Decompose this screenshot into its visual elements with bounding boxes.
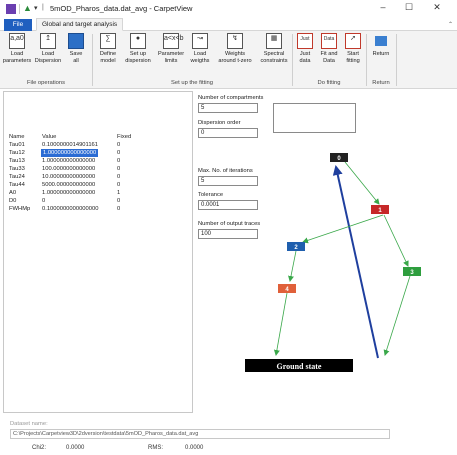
transition-2-4 [288, 250, 297, 282]
node-1[interactable]: 1 [371, 205, 389, 214]
transition-0-1 [344, 161, 380, 205]
ground-state[interactable]: Ground state [245, 359, 353, 372]
node-2[interactable]: 2 [287, 242, 305, 251]
node-0[interactable]: 0 [330, 153, 348, 162]
dataset-path-field[interactable]: C:\Projects\Carpetview3D\2dversion\testd… [10, 429, 390, 439]
node-3[interactable]: 3 [403, 267, 421, 276]
rms-value: 0.0000 [185, 445, 204, 451]
transition-1-2 [302, 214, 384, 244]
transition-4-ground [273, 292, 288, 356]
node-4[interactable]: 4 [278, 284, 296, 293]
chi2-label: Chi2: [32, 445, 47, 451]
dataset-name-label: Dataset name: [10, 421, 48, 427]
chi2-value: 0.0000 [66, 445, 85, 451]
transition-3-ground [383, 275, 411, 356]
rms-label: RMS: [148, 445, 163, 451]
transition-1-3 [383, 214, 409, 267]
ground-state-label: Ground state [277, 362, 322, 371]
kinetic-model-diagram: 0 1 2 3 4 Ground state [245, 153, 421, 372]
excitation-arrow [332, 165, 379, 359]
